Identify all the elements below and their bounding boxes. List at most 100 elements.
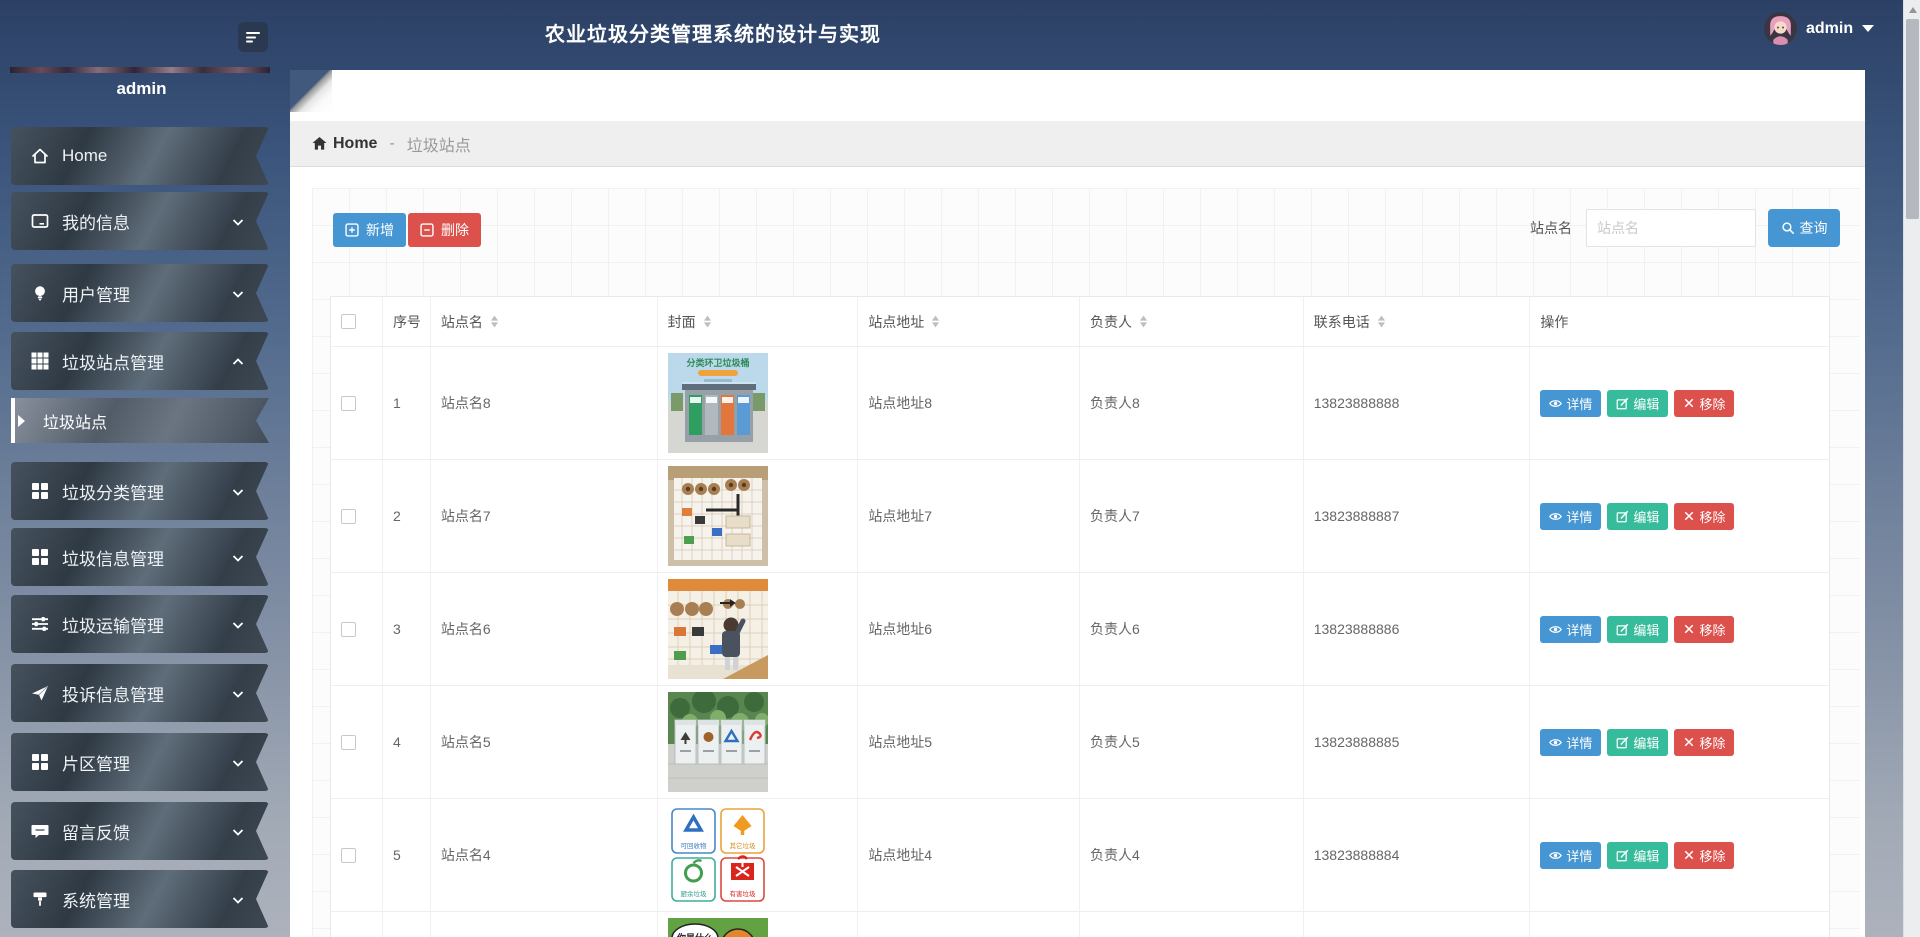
sort-icon[interactable] xyxy=(703,315,712,328)
home-icon xyxy=(30,146,50,166)
detail-button[interactable]: 详情 xyxy=(1540,390,1601,417)
row-checkbox[interactable] xyxy=(341,509,356,524)
table-row: 2 站点名7 站点地址7 负责人7 138 xyxy=(331,460,1829,573)
sliders-icon xyxy=(30,614,50,634)
sidebar-item-user-management[interactable]: 用户管理 xyxy=(11,264,269,322)
grid-3x3-icon xyxy=(30,351,50,371)
breadcrumb-home-link[interactable]: Home xyxy=(312,135,377,153)
header-name[interactable]: 站点名 xyxy=(431,297,658,346)
sidebar-item-station-management[interactable]: 垃圾站点管理 xyxy=(11,332,269,390)
paper-plane-icon xyxy=(30,683,50,703)
sidebar: admin Home 我的信息 用户管理 垃圾站点管理 垃圾站点 垃圾分类管理 xyxy=(0,0,290,937)
table-row: 5 站点名4 可回收物 其它垃圾 厨余垃圾 xyxy=(331,799,1829,912)
row-checkbox[interactable] xyxy=(341,848,356,863)
edit-button[interactable]: 编辑 xyxy=(1607,616,1668,643)
grid-2x2-icon xyxy=(30,752,50,772)
sidebar-item-home[interactable]: Home xyxy=(11,127,269,185)
table-row: 1 站点名8 分类环卫垃圾桶 站点地址8 xyxy=(331,347,1829,460)
grid-2x2-icon xyxy=(30,547,50,567)
header-address[interactable]: 站点地址 xyxy=(858,297,1080,346)
svg-text:可回收物: 可回收物 xyxy=(680,841,707,850)
comment-icon xyxy=(30,821,50,841)
sidebar-item-classification-management[interactable]: 垃圾分类管理 xyxy=(11,462,269,520)
sidebar-item-feedback[interactable]: 留言反馈 xyxy=(11,802,269,860)
svg-text:厨余垃圾: 厨余垃圾 xyxy=(680,889,707,898)
edit-icon xyxy=(1616,849,1629,862)
edit-button[interactable]: 编辑 xyxy=(1607,390,1668,417)
edit-button[interactable]: 编辑 xyxy=(1607,729,1668,756)
detail-button[interactable]: 详情 xyxy=(1540,729,1601,756)
detail-button[interactable]: 详情 xyxy=(1540,616,1601,643)
sidebar-item-transport-management[interactable]: 垃圾运输管理 xyxy=(11,595,269,653)
delete-button[interactable]: 删除 xyxy=(408,213,481,247)
remove-button[interactable]: 移除 xyxy=(1674,729,1734,756)
remove-button[interactable]: 移除 xyxy=(1674,616,1734,643)
svg-text:你是什么: 你是什么 xyxy=(676,932,713,937)
edit-button[interactable]: 编辑 xyxy=(1607,842,1668,869)
sidebar-username: admin xyxy=(0,79,283,99)
sidebar-toggle-button[interactable] xyxy=(238,22,268,52)
sort-icon[interactable] xyxy=(490,315,499,328)
search-input[interactable] xyxy=(1586,209,1756,247)
search-icon xyxy=(1781,221,1795,235)
sidebar-item-my-info[interactable]: 我的信息 xyxy=(11,192,269,250)
home-icon xyxy=(312,136,327,151)
header-manager[interactable]: 负责人 xyxy=(1080,297,1304,346)
eye-icon xyxy=(1549,623,1562,636)
sidebar-subitem-waste-station-active[interactable]: 垃圾站点 xyxy=(11,398,269,443)
cover-image[interactable] xyxy=(668,692,768,792)
row-checkbox[interactable] xyxy=(341,735,356,750)
menu-lines-icon xyxy=(244,28,262,46)
cover-image[interactable]: 分类环卫垃圾桶 xyxy=(668,353,768,453)
header-seq: 序号 xyxy=(383,297,431,346)
stations-table: 序号 站点名 封面 站点地址 负责人 联系电话 操作 xyxy=(330,296,1830,937)
sidebar-item-district-management[interactable]: 片区管理 xyxy=(11,733,269,791)
app-window: 农业垃圾分类管理系统的设计与实现 admin admin Home 我的信息 xyxy=(0,0,1920,937)
x-icon xyxy=(1683,510,1695,522)
sidebar-item-waste-info-management[interactable]: 垃圾信息管理 xyxy=(11,528,269,586)
edit-icon xyxy=(1616,623,1629,636)
cover-image[interactable] xyxy=(668,579,768,679)
scrollbar-thumb[interactable] xyxy=(1906,19,1919,219)
scrollbar-up-arrow[interactable] xyxy=(1904,3,1920,17)
sort-icon[interactable] xyxy=(1377,315,1386,328)
cover-image[interactable] xyxy=(668,466,768,566)
sidebar-item-complaint-management[interactable]: 投诉信息管理 xyxy=(11,664,269,722)
x-icon xyxy=(1683,849,1695,861)
table-row: 4 站点名5 xyxy=(331,686,1829,799)
chevron-down-icon xyxy=(231,484,245,498)
breadcrumb: Home - 垃圾站点 xyxy=(290,121,1865,167)
eye-icon xyxy=(1549,397,1562,410)
search-button[interactable]: 查询 xyxy=(1768,209,1840,247)
svg-text:分类环卫垃圾桶: 分类环卫垃圾桶 xyxy=(686,357,749,368)
cover-image[interactable]: 可回收物 其它垃圾 厨余垃圾 有害垃圾 xyxy=(668,805,768,905)
detail-button[interactable]: 详情 xyxy=(1540,842,1601,869)
cover-image[interactable]: 你是什么 xyxy=(668,918,768,937)
page-curl xyxy=(290,70,332,112)
avatar-banner xyxy=(10,67,270,73)
row-checkbox[interactable] xyxy=(341,622,356,637)
caret-down-icon xyxy=(1862,25,1874,32)
sort-icon[interactable] xyxy=(931,315,940,328)
user-menu[interactable]: admin xyxy=(1764,12,1874,45)
plus-square-icon xyxy=(345,223,359,237)
remove-button[interactable]: 移除 xyxy=(1674,842,1734,869)
chevron-down-icon xyxy=(231,892,245,906)
edit-button[interactable]: 编辑 xyxy=(1607,503,1668,530)
sort-icon[interactable] xyxy=(1139,315,1148,328)
chevron-up-icon xyxy=(231,354,245,368)
remove-button[interactable]: 移除 xyxy=(1674,503,1734,530)
grid-2x2-icon xyxy=(30,481,50,501)
header-phone[interactable]: 联系电话 xyxy=(1304,297,1531,346)
remove-button[interactable]: 移除 xyxy=(1674,390,1734,417)
search-label: 站点名 xyxy=(1530,209,1572,247)
row-checkbox[interactable] xyxy=(341,396,356,411)
table-header-row: 序号 站点名 封面 站点地址 负责人 联系电话 操作 xyxy=(331,297,1829,347)
scrollbar[interactable] xyxy=(1903,0,1920,937)
sidebar-item-system-management[interactable]: 系统管理 xyxy=(11,870,269,928)
detail-button[interactable]: 详情 xyxy=(1540,503,1601,530)
add-button[interactable]: 新增 xyxy=(333,213,406,247)
svg-text:有害垃圾: 有害垃圾 xyxy=(729,889,756,898)
select-all-checkbox[interactable] xyxy=(341,314,356,329)
header-cover[interactable]: 封面 xyxy=(658,297,859,346)
